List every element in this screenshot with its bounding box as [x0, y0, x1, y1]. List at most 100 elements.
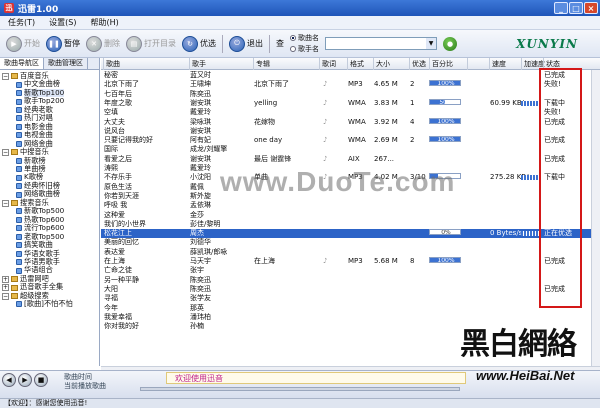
toolbar-divider	[269, 34, 270, 53]
delete-button[interactable]: ✕ 删除	[86, 35, 120, 52]
cell-song: 美丽的回忆	[104, 238, 139, 247]
progress-text: 26%	[439, 173, 453, 180]
table-row[interactable]: 寻福 张学友	[101, 294, 600, 303]
seek-slider[interactable]	[140, 387, 460, 391]
search-type-group: 歌曲名 歌手名	[290, 33, 319, 54]
cell-album: 在上海	[254, 257, 275, 265]
cell-artist: 斯外旋	[190, 191, 211, 200]
maximize-icon[interactable]: □	[569, 2, 583, 14]
tab-song-navigation[interactable]: 歌曲导航区	[0, 58, 44, 69]
column-header[interactable]: 大小	[373, 58, 390, 70]
table-row[interactable]: 你若到天涯 斯外旋	[101, 192, 600, 201]
table-row[interactable]: 呼吸 我 孟依琳	[101, 201, 600, 210]
tree-item[interactable]: 新歌榜	[2, 156, 99, 165]
lyric-icon[interactable]: ♪	[323, 173, 327, 182]
table-row[interactable]: 大丈夫 梁咏琪 花嫁物 WMA 3.92 M 4 已完成 ♪ 100%	[101, 117, 600, 127]
table-row[interactable]: 年度之歌 谢安琪 yelling WMA 3.83 M 1 60.99 KB/s 下载中 ♪ 50…	[101, 98, 600, 108]
radio-song-name[interactable]: 歌曲名	[290, 33, 319, 43]
chevron-down-icon[interactable]: ▼	[426, 38, 436, 49]
table-row[interactable]: 我爱幸福 潘玮柏	[101, 313, 600, 322]
lyric-icon[interactable]: ♪	[323, 136, 327, 145]
cell-artist: 金莎	[190, 210, 204, 219]
column-header[interactable]: 状态	[543, 58, 560, 70]
column-header[interactable]: 专辑	[253, 58, 270, 70]
start-button[interactable]: ▶ 开始	[6, 35, 40, 52]
search-go-button[interactable]: ●	[443, 36, 457, 51]
table-row[interactable]: 看爱之后 谢安琪 最后 谢霆锋 AIX 267... 已完成 ♪	[101, 155, 600, 164]
play-icon[interactable]: ▶	[18, 373, 32, 387]
column-header[interactable]: 百分比	[429, 58, 453, 70]
table-row[interactable]: 亡命之徒 张宇	[101, 266, 600, 275]
search-input[interactable]	[326, 38, 426, 49]
radio-artist-name[interactable]: 歌手名	[290, 44, 319, 54]
collapse-icon[interactable]: −	[2, 148, 9, 156]
table-row[interactable]: 在上海 马天宇 在上海 MP3 5.68 M 8 已完成 ♪ 100%	[101, 257, 600, 266]
expand-icon[interactable]: +	[2, 284, 9, 292]
table-row[interactable]: 这种爱 金莎	[101, 211, 600, 220]
column-header[interactable]: 歌词	[319, 58, 336, 70]
lyric-icon[interactable]: ♪	[323, 155, 327, 164]
minimize-icon[interactable]: _	[554, 2, 568, 14]
table-row[interactable]: 国际 成龙/刘耀擎	[101, 145, 600, 154]
table-row[interactable]: 大阳 陈奕迅 已完成	[101, 285, 600, 294]
column-header[interactable]: 速度	[489, 58, 506, 70]
cell-song: 亡命之徒	[104, 266, 132, 275]
table-row[interactable]: 表达爱 薛凯琪/郎咏	[101, 248, 600, 257]
exit-button[interactable]: ⏻ 退出	[229, 35, 263, 52]
table-row[interactable]: 秘密 蓝又时 已完成	[101, 71, 600, 80]
prefer-button[interactable]: ↻ 优选	[182, 35, 216, 52]
accelerate-meter	[521, 175, 541, 181]
pause-button[interactable]: ❚❚ 暂停	[46, 35, 80, 52]
table-row[interactable]: 原色生活 戴佩	[101, 183, 600, 192]
cell-song: 我们的小世界	[104, 219, 146, 228]
menu-help[interactable]: 帮助(H)	[90, 17, 118, 28]
table-row[interactable]: 另一种平静 陈奕迅	[101, 276, 600, 285]
table-row[interactable]: 只要记得我的好 阿有妃 one day WMA 2.69 M 2 已完成 ♪ 100%	[101, 136, 600, 145]
lyric-icon[interactable]: ♪	[323, 118, 327, 127]
table-row[interactable]: 松花江上 周杰 0 Bytes/s 正在优选 0%	[101, 229, 600, 239]
column-header[interactable]: 优选	[409, 58, 426, 70]
stop-icon[interactable]: ■	[34, 373, 48, 387]
cell-song: 这种爱	[104, 210, 125, 219]
menu-settings[interactable]: 设置(S)	[49, 17, 76, 28]
table-row[interactable]: 我们的小世界 彭佳/黎明	[101, 220, 600, 229]
accelerate-meter	[521, 231, 541, 237]
table-row[interactable]: 美丽的回忆 刘德华	[101, 238, 600, 247]
lyric-icon[interactable]: ♪	[323, 257, 327, 266]
column-header[interactable]: 歌曲	[103, 58, 120, 70]
table-row[interactable]: 今年 那英	[101, 304, 600, 313]
collapse-icon[interactable]: −	[2, 292, 9, 300]
lyric-icon[interactable]: ♪	[323, 99, 327, 108]
tree-item[interactable]: 网络歌曲榜	[2, 189, 99, 198]
table-row[interactable]: 涛熙 戴爱玲	[101, 164, 600, 173]
close-icon[interactable]: ×	[584, 2, 598, 14]
table-row[interactable]: 空填 戴爱玲 失败!	[101, 108, 600, 117]
table-row[interactable]: 说风台 谢安琪	[101, 127, 600, 136]
column-header[interactable]: 加速度	[521, 58, 545, 70]
tab-song-management[interactable]: 歌曲管理区	[44, 58, 88, 69]
prev-icon[interactable]: ◀	[2, 373, 16, 387]
tree-folder[interactable]: − 中搜音乐	[2, 147, 99, 156]
column-header[interactable]: 歌手	[189, 58, 206, 70]
column-header[interactable]	[467, 58, 470, 70]
column-header[interactable]: 格式	[347, 58, 364, 70]
tree-item[interactable]: 单曲榜	[2, 164, 99, 173]
tree-item[interactable]: 网络金曲	[2, 139, 99, 148]
search-combobox[interactable]: ▼	[325, 37, 437, 50]
table-row[interactable]: 北京下雨了 王啸坤 北京下雨了 MP3 4.65 M 2 失败! ♪ 100%	[101, 80, 600, 89]
collapse-icon[interactable]: −	[2, 199, 9, 207]
open-folder-button[interactable]: ▤ 打开目录	[126, 35, 176, 52]
list-icon	[16, 301, 22, 308]
expand-icon[interactable]: +	[2, 275, 9, 283]
tree-item[interactable]: [歌曲]不怕不怕	[2, 299, 99, 308]
collapse-icon[interactable]: −	[2, 72, 9, 80]
lyric-icon[interactable]: ♪	[323, 80, 327, 89]
table-row[interactable]: 不存乐手 小沈阳 单曲 MP3 4.02 M 3/10 275.28 KB/s 下载中 ♪ 26%	[101, 173, 600, 182]
menu-task[interactable]: 任务(T)	[8, 17, 35, 28]
cell-song: 说风台	[104, 126, 125, 135]
tree-item[interactable]: 华语组合	[2, 265, 99, 274]
vertical-scrollbar[interactable]	[591, 70, 600, 366]
tree-folder[interactable]: + 迅音歌手全集	[2, 282, 99, 292]
cell-artist: 陈奕迅	[190, 284, 211, 293]
table-row[interactable]: 七百年后 陈奕迅	[101, 90, 600, 99]
